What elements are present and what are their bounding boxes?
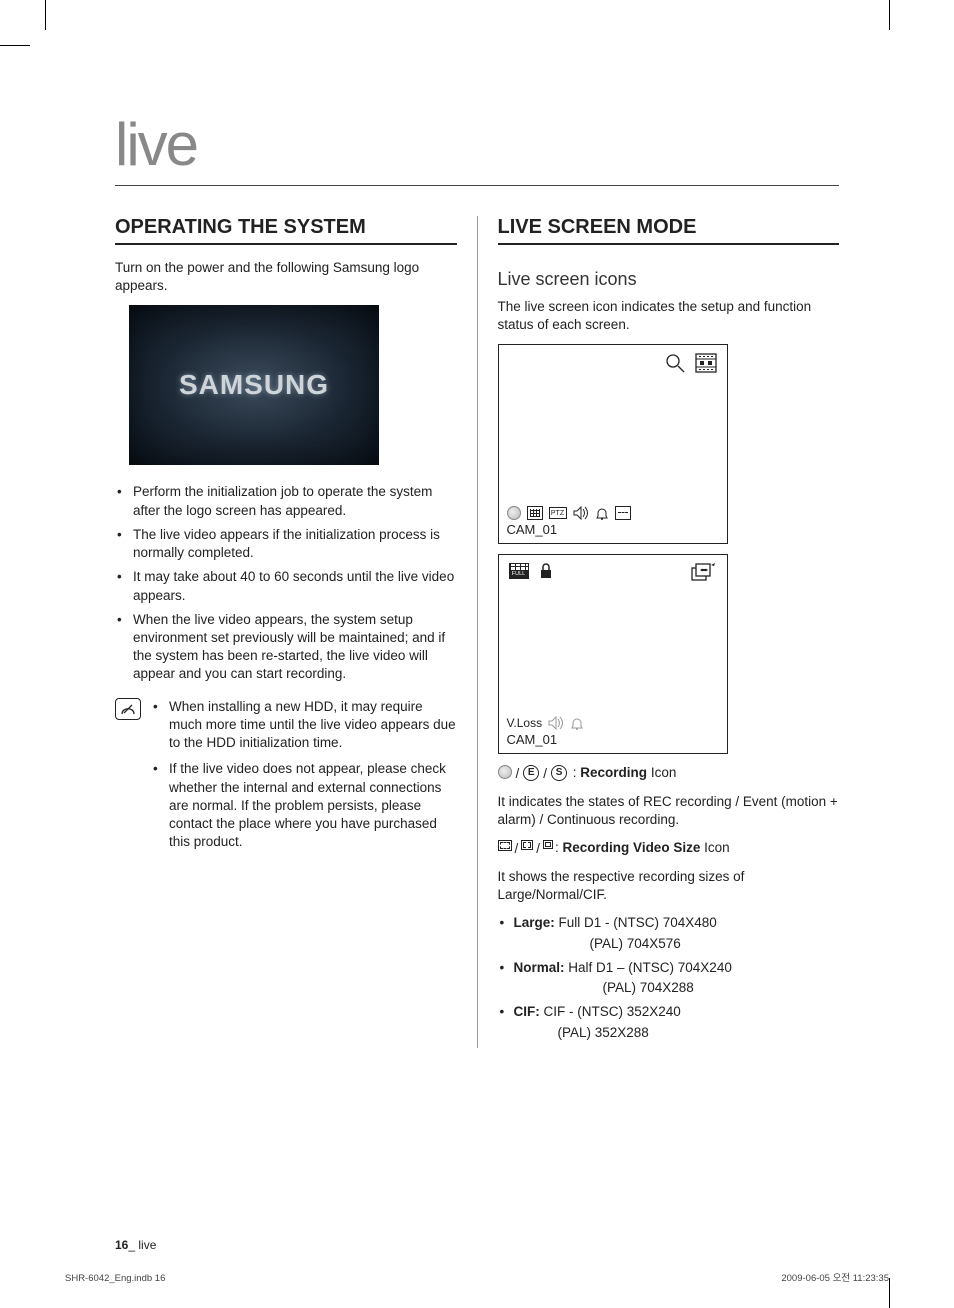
note-icon [115,698,141,720]
size-large-pal: (PAL) 704X576 [498,935,840,953]
list-item: It may take about 40 to 60 seconds until… [129,568,457,604]
operating-intro: Turn on the power and the following Sams… [115,259,457,295]
live-mode-heading: LIVE SCREEN MODE [498,216,840,245]
size-normal: Normal: Half D1 – (NTSC) 704X240 [498,959,840,977]
recording-size-label: Recording Video Size [563,840,701,855]
size-normal-pal: (PAL) 704X288 [498,979,840,997]
rec-circle-icon [498,765,512,779]
size-normal-icon [521,840,533,850]
source-file: SHR-6042_Eng.indb 16 [65,1268,165,1286]
freeze-icon [615,506,631,520]
list-item: When installing a new HDD, it may requir… [165,698,457,753]
full-icon: FULL [509,563,529,579]
audio-icon [548,716,564,730]
lock-icon [539,563,553,579]
hdd-icon [695,353,717,373]
list-item: The live video appears if the initializa… [129,526,457,562]
samsung-logo-screen: SAMSUNG [129,305,379,465]
print-date: 2009-06-05 오전 11:23:35 [781,1268,889,1286]
rec-icon [507,506,521,520]
chapter-title: live [115,110,839,186]
ptz-icon: PTZ [549,507,567,519]
operating-heading: OPERATING THE SYSTEM [115,216,457,245]
zoom-icon [665,353,685,373]
motion-icon [527,506,543,520]
alarm-icon [595,506,609,520]
vloss-label: V.Loss [507,716,543,730]
recording-icon-legend: / E/ S : Recording Icon [498,764,840,783]
camera-label: CAM_01 [507,522,719,537]
size-cif-pal: (PAL) 352X288 [498,1024,840,1042]
alarm-icon [570,716,584,730]
rec-schedule-icon: S [551,765,567,781]
icon-suffix: Icon [647,765,676,780]
samsung-logo-text: SAMSUNG [179,369,329,401]
list-item: Perform the initialization job to operat… [129,483,457,519]
live-icons-desc: The live screen icon indicates the setup… [498,298,840,334]
sequence-icon [691,563,717,583]
icon-suffix: Icon [700,840,729,855]
operating-bullets: Perform the initialization job to operat… [115,483,457,683]
size-large-icon [498,840,512,851]
camera-label: CAM_01 [507,732,719,747]
size-cif: CIF: CIF - (NTSC) 352X240 [498,1003,840,1021]
recording-label: Recording [580,765,647,780]
audio-icon [573,506,589,520]
live-icons-subheading: Live screen icons [498,269,840,290]
rec-event-icon: E [523,765,539,781]
recording-size-legend: // : Recording Video Size Icon [498,839,840,858]
live-screen-example-1: PTZ CAM_01 [498,344,728,544]
live-screen-example-2: FULL V.Loss [498,554,728,754]
size-large: Large: Full D1 - (NTSC) 704X480 [498,914,840,932]
list-item: If the live video does not appear, pleas… [165,760,457,851]
size-cif-icon [543,840,553,849]
recording-icon-desc: It indicates the states of REC recording… [498,793,840,829]
list-item: When the live video appears, the system … [129,611,457,684]
page-number: 16_ live [115,1238,156,1252]
recording-size-desc: It shows the respective recording sizes … [498,868,840,904]
note-list: When installing a new HDD, it may requir… [151,698,457,860]
